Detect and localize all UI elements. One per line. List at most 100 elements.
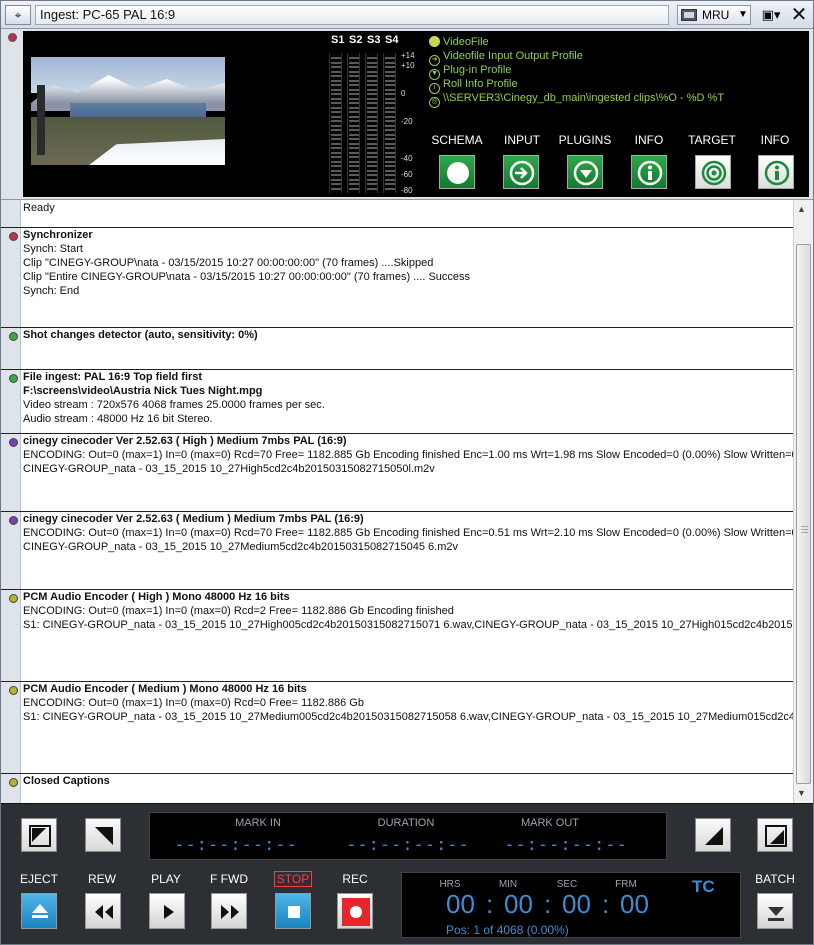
tc-sec-value: 00 <box>562 889 591 919</box>
window-menu-icon[interactable]: ▣▾ <box>757 5 785 25</box>
meter-segment <box>385 178 395 181</box>
profile-plugin[interactable]: ▼ Plug-in Profile <box>429 63 512 80</box>
meter-segment <box>349 169 359 172</box>
mark-out-button[interactable] <box>695 818 731 852</box>
meter-segment <box>385 169 395 172</box>
fast-forward-button[interactable] <box>211 893 247 929</box>
log-scrollbar[interactable]: ▲ — — — ▼ <box>793 200 813 804</box>
meter-segment <box>385 79 395 82</box>
meter-segment <box>331 93 341 95</box>
rec-label: REC <box>342 872 368 886</box>
stop-button[interactable] <box>275 893 311 929</box>
meter-segment <box>349 142 359 145</box>
meter-segment <box>349 66 359 68</box>
meter-segment <box>367 75 377 77</box>
play-button[interactable] <box>149 893 185 929</box>
meter-segment <box>385 102 395 104</box>
audio-meters: S1 S2 S3 S4 +14 +10 0 -20 -40 -60 -80 dB <box>321 31 423 197</box>
log-entry[interactable]: PCM Audio Encoder ( High ) Mono 48000 Hz… <box>1 590 793 682</box>
close-icon[interactable]: ✕ <box>789 5 809 25</box>
log-entry-text: Synchronizer Synch: Start Clip "CINEGY-G… <box>23 228 793 298</box>
meter-segment <box>367 124 377 127</box>
log-line: Audio stream : 48000 Hz 16 bit Stereo. <box>23 413 213 425</box>
meter-segment <box>367 57 377 59</box>
log-entry[interactable]: cinegy cinecoder Ver 2.52.63 ( Medium ) … <box>1 512 793 590</box>
plugins-icon <box>573 160 599 186</box>
pin-icon[interactable]: ⌖ <box>5 5 31 25</box>
log-entry[interactable]: PCM Audio Encoder ( Medium ) Mono 48000 … <box>1 682 793 774</box>
eject-button[interactable] <box>21 893 57 929</box>
meter-segment <box>385 160 395 163</box>
batch-button[interactable] <box>757 893 793 929</box>
go-to-end-button[interactable] <box>757 818 793 852</box>
meter-segment <box>367 142 377 145</box>
profile-roll-info[interactable]: i Roll Info Profile <box>429 77 518 94</box>
meter-segment <box>385 106 395 109</box>
target-button[interactable] <box>695 155 731 189</box>
meter-segment <box>349 93 359 95</box>
meter-segment <box>367 97 377 100</box>
log-status: Ready <box>1 200 793 228</box>
log-status-text: Ready <box>23 202 55 214</box>
status-led <box>9 516 18 525</box>
db-mark: -80 <box>401 186 413 195</box>
meter-bar-s3 <box>365 53 378 193</box>
db-mark: +10 <box>401 61 415 70</box>
profile-input-output[interactable]: ➜ Videofile Input Output Profile <box>429 49 583 66</box>
stop-label: STOP <box>263 871 323 887</box>
meter-label-s3: S3 <box>367 34 381 46</box>
meter-segment <box>349 147 359 149</box>
log-line: CINEGY-GROUP_nata - 03_15_2015 10_27High… <box>23 463 435 475</box>
info-button-2[interactable] <box>758 155 794 189</box>
scroll-down-icon[interactable]: ▼ <box>797 788 806 798</box>
profile-target[interactable]: ◎ \\SERVER3\Cinegy_db_main\ingested clips… <box>429 91 725 108</box>
scroll-thumb[interactable]: — — — <box>796 244 811 784</box>
log-line: Synch: End <box>23 285 80 297</box>
meter-segment <box>331 106 341 109</box>
meter-label-s2: S2 <box>349 34 363 46</box>
toolbar-label-plugins: PLUGINS <box>558 133 612 147</box>
meter-segment <box>331 66 341 68</box>
scroll-up-icon[interactable]: ▲ <box>797 204 806 214</box>
input-button[interactable] <box>503 155 539 189</box>
db-mark: -60 <box>401 170 413 179</box>
log-entry[interactable]: Shot changes detector (auto, sensitivity… <box>1 328 793 370</box>
meter-segment <box>385 129 395 131</box>
target-icon: ◎ <box>429 97 440 108</box>
ffwd-label: F FWD <box>210 872 248 886</box>
log-entry-text: PCM Audio Encoder ( Medium ) Mono 48000 … <box>23 682 793 724</box>
mru-dropdown[interactable]: MRU ▼ <box>677 5 751 25</box>
record-button[interactable] <box>337 893 373 929</box>
log-line: S1: CINEGY-GROUP_nata - 03_15_2015 10_27… <box>23 711 793 723</box>
rewind-button[interactable] <box>85 893 121 929</box>
profile-label: \\SERVER3\Cinegy_db_main\ingested clips\… <box>443 92 725 104</box>
meter-bar-s4 <box>383 53 396 193</box>
meter-segment <box>349 120 359 122</box>
meter-segment <box>349 106 359 109</box>
meter-segment <box>349 75 359 77</box>
log-entry[interactable]: File ingest: PAL 16:9 Top field first F:… <box>1 370 793 434</box>
log-entry-title: Closed Captions <box>23 775 110 787</box>
info-button[interactable] <box>631 155 667 189</box>
info-icon <box>764 160 790 186</box>
log-entry[interactable]: Closed Captions <box>1 774 793 804</box>
meter-segment <box>331 169 341 172</box>
db-mark: -20 <box>401 117 413 126</box>
meter-segment <box>349 187 359 190</box>
schema-button[interactable] <box>439 155 475 189</box>
profile-videofile[interactable]: VideoFile <box>429 35 489 49</box>
tc-hrs-value: 00 <box>446 889 475 919</box>
mark-in-button[interactable] <box>85 818 121 852</box>
go-to-start-button[interactable] <box>21 818 57 852</box>
eject-label: EJECT <box>19 872 58 886</box>
profile-label: Plug-in Profile <box>443 64 512 76</box>
tc-sep: : <box>602 889 610 919</box>
log-line: ENCODING: Out=0 (max=1) In=0 (max=0) Rcd… <box>23 449 793 461</box>
log-entry[interactable]: Synchronizer Synch: Start Clip "CINEGY-G… <box>1 228 793 328</box>
toolbar-label-info-2: INFO <box>760 133 790 147</box>
meter-segment <box>385 124 395 127</box>
meter-segment <box>331 187 341 190</box>
log-entry[interactable]: cinegy cinecoder Ver 2.52.63 ( High ) Me… <box>1 434 793 512</box>
log-entry-title: PCM Audio Encoder ( High ) Mono 48000 Hz… <box>23 591 290 603</box>
plugins-button[interactable] <box>567 155 603 189</box>
